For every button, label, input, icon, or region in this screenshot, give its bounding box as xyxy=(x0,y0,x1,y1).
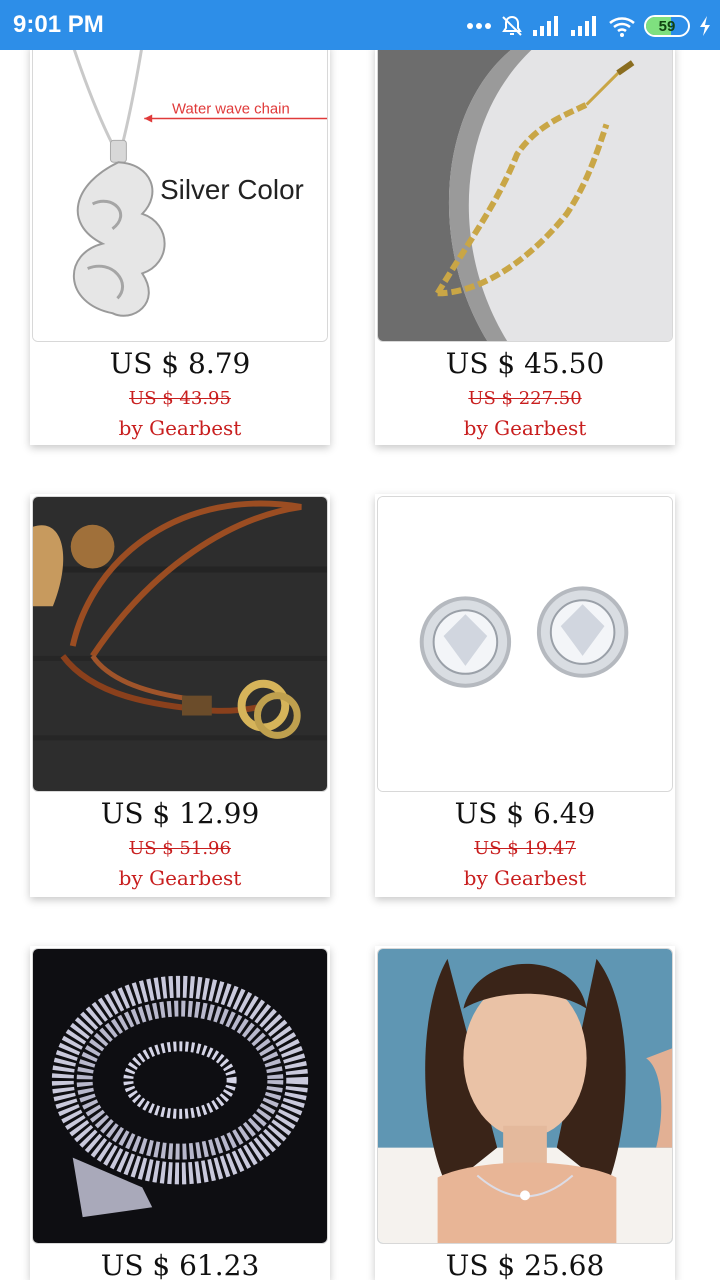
product-original-price: US $ 19.47 xyxy=(474,838,576,859)
product-price: US $ 8.79 xyxy=(109,347,251,380)
product-image-gold-bracelet[interactable] xyxy=(377,44,673,342)
product-card[interactable]: Water wave chain Silver Color US $ 8.79 … xyxy=(30,44,330,445)
signal-icon xyxy=(570,15,600,37)
product-seller: by Gearbest xyxy=(118,866,242,890)
product-original-price: US $ 43.95 xyxy=(129,388,231,409)
product-card[interactable]: US $ 25.68 xyxy=(375,946,675,1280)
product-card[interactable]: US $ 45.50 US $ 227.50 by Gearbest xyxy=(375,44,675,445)
product-card[interactable]: US $ 61.23 xyxy=(30,946,330,1280)
product-price: US $ 6.49 xyxy=(454,797,596,830)
image-caption: Water wave chain xyxy=(172,102,290,118)
charging-icon xyxy=(698,15,712,37)
status-time: 9:01 PM xyxy=(13,11,104,38)
product-original-price: US $ 51.96 xyxy=(129,838,231,859)
product-seller: by Gearbest xyxy=(463,416,587,440)
product-image-stud-earrings[interactable] xyxy=(377,496,673,792)
product-image-tennis-chain[interactable] xyxy=(32,948,328,1244)
product-price: US $ 25.68 xyxy=(445,1249,605,1280)
notifications-muted-icon xyxy=(500,14,524,38)
product-price: US $ 61.23 xyxy=(100,1249,260,1280)
image-caption: Silver Color xyxy=(160,174,304,205)
product-seller: by Gearbest xyxy=(463,866,587,890)
product-price: US $ 12.99 xyxy=(100,797,260,830)
battery-icon: 59 xyxy=(644,15,690,37)
product-card[interactable]: US $ 6.49 US $ 19.47 by Gearbest xyxy=(375,494,675,897)
product-price: US $ 45.50 xyxy=(445,347,605,380)
product-original-price: US $ 227.50 xyxy=(468,388,582,409)
product-image-model-necklace[interactable] xyxy=(377,948,673,1244)
signal-icon xyxy=(532,15,562,37)
wifi-icon xyxy=(608,15,636,37)
status-icons: 59 xyxy=(466,12,712,40)
product-image-dragon-pendant[interactable]: Water wave chain Silver Color xyxy=(32,44,328,342)
product-image-leather-necklace[interactable] xyxy=(32,496,328,792)
product-seller: by Gearbest xyxy=(118,416,242,440)
more-dots-icon xyxy=(466,22,492,30)
product-card[interactable]: US $ 12.99 US $ 51.96 by Gearbest xyxy=(30,494,330,897)
battery-level: 59 xyxy=(658,17,676,35)
status-bar: 9:01 PM 59 xyxy=(0,0,720,50)
